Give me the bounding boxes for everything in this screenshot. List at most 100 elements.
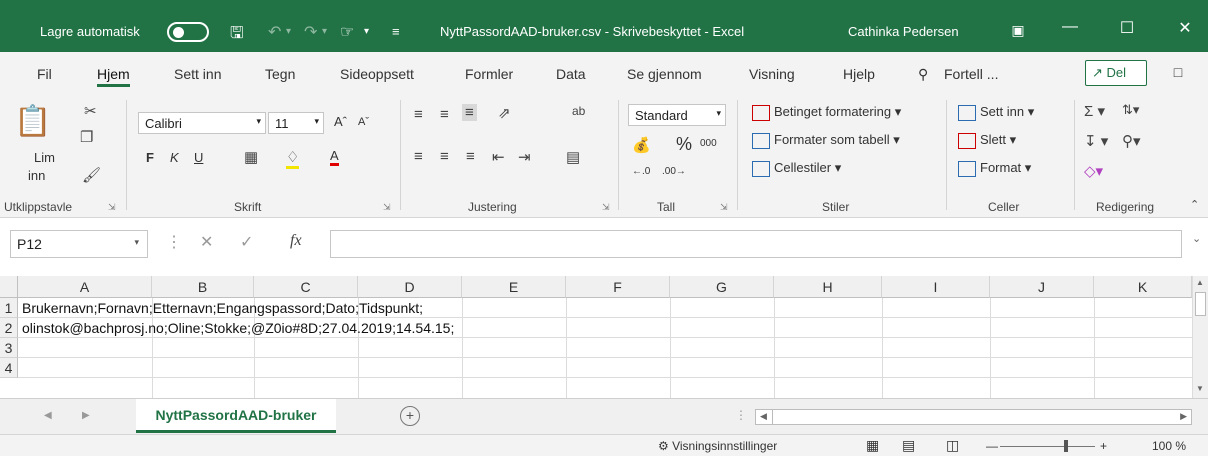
align-center-icon[interactable]: ≡ [440, 148, 449, 165]
orientation-icon[interactable]: ⇗ [498, 104, 511, 122]
customize-qat-icon[interactable]: ≡ [392, 24, 400, 39]
expand-formula-bar-icon[interactable]: ⌄ [1192, 232, 1201, 245]
column-header-j[interactable]: J [990, 276, 1094, 298]
comments-button[interactable]: □ [1158, 60, 1198, 86]
maximize-icon[interactable]: ☐ [1112, 18, 1142, 38]
bold-button[interactable]: F [146, 150, 154, 165]
close-icon[interactable]: ✕ [1170, 18, 1200, 38]
column-header-k[interactable]: K [1094, 276, 1192, 298]
alignment-launcher-icon[interactable]: ⇲ [602, 202, 610, 213]
select-all-corner[interactable] [0, 276, 18, 298]
column-header-c[interactable]: C [254, 276, 358, 298]
column-header-f[interactable]: F [566, 276, 670, 298]
tab-review[interactable]: Se gjennom [627, 66, 702, 82]
align-middle-icon[interactable]: ≡ [440, 106, 449, 123]
horizontal-scrollbar[interactable]: ◀ ▶ [755, 409, 1192, 425]
clear-icon[interactable]: ◇▾ [1084, 162, 1103, 180]
formula-input[interactable] [330, 230, 1182, 258]
table-row[interactable]: olinstok@bachprosj.no;Oline;Stokke;@Z0io… [18, 318, 1192, 338]
fill-icon[interactable]: ↧ ▾ [1084, 132, 1108, 150]
borders-icon[interactable]: ▦ [244, 148, 258, 166]
zoom-slider-handle[interactable] [1064, 440, 1068, 452]
wrap-text-icon[interactable]: ab [572, 104, 585, 118]
table-row[interactable]: Brukernavn;Fornavn;Etternavn;Engangspass… [18, 298, 1192, 318]
decrease-decimal-icon[interactable]: .00→ [662, 166, 686, 177]
row-header[interactable]: 3 [0, 338, 18, 358]
number-format-select[interactable]: Standard ▾ [628, 104, 726, 126]
format-painter-icon[interactable]: 🖌 [82, 166, 101, 184]
align-left-icon[interactable]: ≡ [414, 148, 423, 165]
thousands-button[interactable]: 000 [700, 138, 717, 149]
increase-font-icon[interactable]: Aˆ [334, 114, 347, 129]
tab-page-layout[interactable]: Sideoppsett [340, 66, 414, 82]
user-name[interactable]: Cathinka Pedersen [848, 24, 959, 39]
align-bottom-icon[interactable]: ≡ [462, 104, 477, 121]
percent-button[interactable]: % [676, 134, 692, 155]
page-break-view-icon[interactable]: ◫ [946, 437, 959, 454]
undo-icon[interactable]: ↶ [268, 22, 281, 42]
cut-icon[interactable]: ✂ [84, 102, 97, 120]
tab-help[interactable]: Hjelp [843, 66, 875, 82]
format-as-table-button[interactable]: Formater som tabell ▾ [752, 132, 900, 149]
delete-cells-button[interactable]: Slett ▾ [958, 132, 1016, 149]
column-header-a[interactable]: A [18, 276, 152, 298]
underline-button[interactable]: U [194, 150, 203, 165]
merge-center-icon[interactable]: ▤ [566, 148, 580, 166]
number-launcher-icon[interactable]: ⇲ [720, 202, 728, 213]
scroll-thumb[interactable] [1195, 292, 1206, 316]
next-sheet-icon[interactable]: ▶ [82, 410, 90, 421]
minimize-icon[interactable]: — [1055, 18, 1085, 36]
insert-cells-button[interactable]: Sett inn ▾ [958, 104, 1034, 121]
align-right-icon[interactable]: ≡ [466, 148, 475, 165]
scroll-up-icon[interactable]: ▲ [1196, 278, 1204, 287]
decrease-font-icon[interactable]: Aˇ [358, 116, 369, 128]
autosum-icon[interactable]: Σ ▾ [1084, 102, 1105, 120]
decrease-indent-icon[interactable]: ⇤ [492, 148, 505, 166]
redo-dropdown-icon[interactable]: ▾ [322, 26, 327, 37]
scroll-right-icon[interactable]: ▶ [1180, 411, 1187, 422]
name-box[interactable]: P12 ▾ [10, 230, 148, 258]
copy-icon[interactable]: ❐ [80, 128, 93, 146]
cancel-icon[interactable]: ✕ [200, 232, 213, 252]
zoom-out-icon[interactable]: — [986, 439, 998, 453]
italic-button[interactable]: K [170, 150, 179, 165]
column-header-i[interactable]: I [882, 276, 990, 298]
find-select-icon[interactable]: ⚲▾ [1122, 132, 1141, 150]
increase-indent-icon[interactable]: ⇥ [518, 148, 531, 166]
tab-split-handle[interactable]: ⋮ [735, 408, 747, 422]
ribbon-display-options-icon[interactable]: ▣ [1003, 22, 1033, 39]
paste-icon[interactable]: 📋 [14, 104, 51, 139]
column-header-b[interactable]: B [152, 276, 254, 298]
tab-draw[interactable]: Tegn [265, 66, 295, 82]
undo-dropdown-icon[interactable]: ▾ [286, 26, 291, 37]
paste-label[interactable]: Lim [34, 150, 55, 165]
tab-formulas[interactable]: Formler [465, 66, 513, 82]
redo-icon[interactable]: ↷ [304, 22, 317, 42]
enter-icon[interactable]: ✓ [240, 232, 253, 252]
tell-me-input[interactable]: Fortell ... [944, 66, 998, 82]
prev-sheet-icon[interactable]: ◀ [44, 410, 52, 421]
cell-styles-button[interactable]: Cellestiler ▾ [752, 160, 841, 177]
column-header-h[interactable]: H [774, 276, 882, 298]
table-row[interactable] [18, 358, 1192, 378]
save-icon[interactable]: 🖫 [230, 22, 244, 49]
display-settings-button[interactable]: ⚙ Visningsinnstillinger [658, 439, 777, 453]
align-top-icon[interactable]: ≡ [414, 106, 423, 123]
touch-mode-icon[interactable]: ☞ [340, 22, 354, 42]
add-sheet-icon[interactable]: + [400, 406, 420, 426]
clipboard-launcher-icon[interactable]: ⇲ [108, 202, 116, 213]
row-header[interactable]: 4 [0, 358, 18, 378]
zoom-in-icon[interactable]: + [1100, 439, 1107, 453]
scroll-down-icon[interactable]: ▼ [1196, 384, 1204, 393]
font-launcher-icon[interactable]: ⇲ [383, 202, 391, 213]
normal-view-icon[interactable]: ▦ [866, 437, 879, 454]
tab-home[interactable]: Hjem [97, 66, 130, 87]
tab-file[interactable]: Fil [37, 66, 52, 82]
conditional-formatting-button[interactable]: Betinget formatering ▾ [752, 104, 901, 121]
row-header[interactable]: 1 [0, 298, 18, 318]
font-color-icon[interactable]: A [330, 148, 339, 166]
format-cells-button[interactable]: Format ▾ [958, 160, 1031, 177]
column-header-g[interactable]: G [670, 276, 774, 298]
row-header[interactable]: 2 [0, 318, 18, 338]
font-name-select[interactable]: Calibri ▾ [138, 112, 266, 134]
